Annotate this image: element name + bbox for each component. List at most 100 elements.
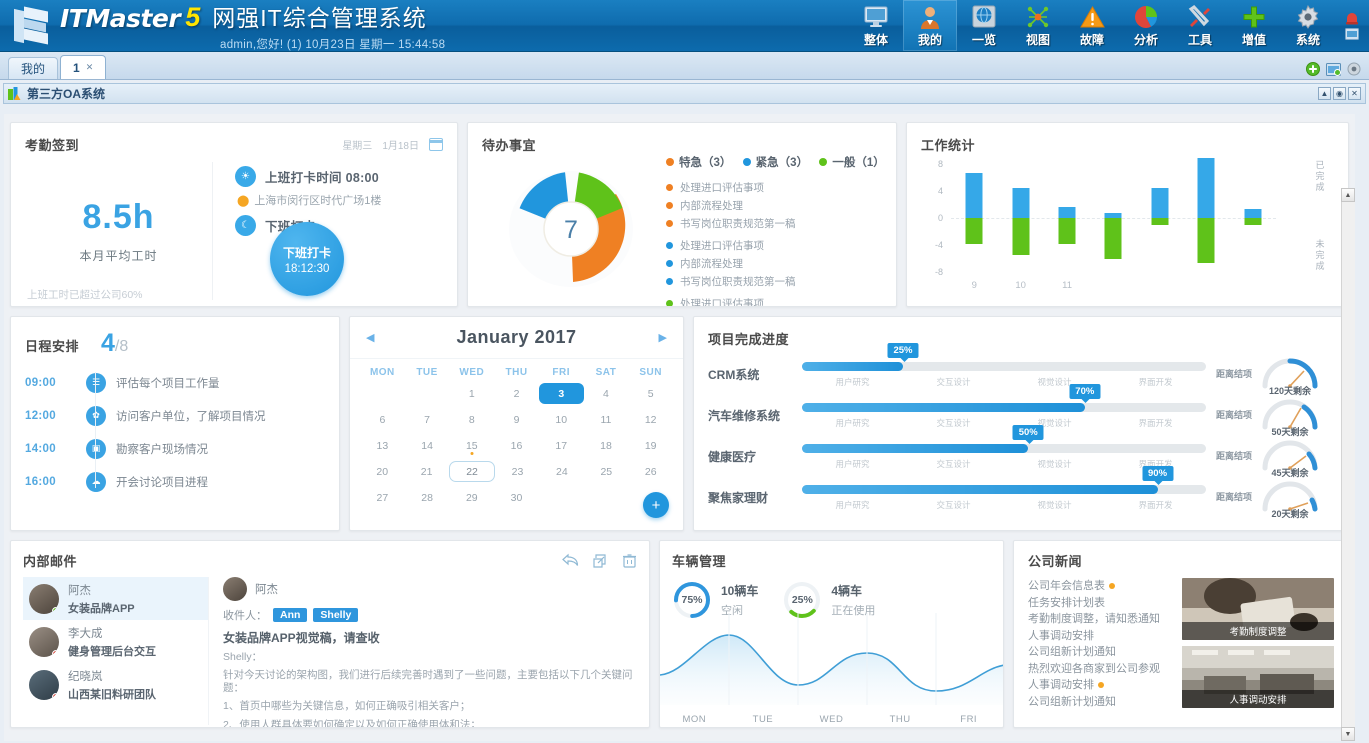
scroll-up-icon[interactable]: ▲ xyxy=(1341,188,1355,202)
calendar-day[interactable]: 25 xyxy=(584,461,628,482)
punch-out-button[interactable]: 下班打卡 18:12:30 xyxy=(270,222,344,296)
recipient-chip[interactable]: Ann xyxy=(273,608,308,622)
nav-item-fault[interactable]: 故障 xyxy=(1065,0,1119,51)
news-item[interactable]: 热烈欢迎各商家到公司参观 xyxy=(1028,661,1172,678)
tab-1[interactable]: 1 ✕ xyxy=(60,55,107,79)
mail-list-item[interactable]: 阿杰 女装品牌APP xyxy=(23,577,208,620)
recipient-chip[interactable]: Shelly xyxy=(313,608,359,622)
calendar-day[interactable]: 27 xyxy=(360,487,405,508)
todo-item[interactable]: 书写岗位职责规范第一稿 xyxy=(666,274,882,289)
calendar-day[interactable]: 1 xyxy=(449,383,494,404)
close-window-icon[interactable]: ✕ xyxy=(1348,87,1361,100)
calendar-day[interactable]: 18 xyxy=(584,435,629,456)
calendar-day[interactable]: 14 xyxy=(405,435,450,456)
calendar-day[interactable]: 5 xyxy=(628,383,673,404)
progress-track[interactable]: 90% xyxy=(802,465,1206,494)
progress-track[interactable]: 25% xyxy=(802,342,1206,371)
news-item[interactable]: 公司组新计划通知 xyxy=(1028,694,1172,711)
average-hours-value: 8.5h xyxy=(82,198,155,236)
mail-list-item[interactable]: 李大成 健身管理后台交互 xyxy=(23,620,208,663)
todo-item[interactable]: 处理进口评估事项 xyxy=(666,180,882,195)
mail-recipients: 收件人： Ann Shelly xyxy=(223,607,637,623)
todo-item[interactable]: 处理进口评估事项 xyxy=(666,238,882,253)
news-image-attendance[interactable]: 考勤制度调整 xyxy=(1182,578,1334,640)
maximize-icon[interactable]: ◉ xyxy=(1333,87,1346,100)
schedule-item[interactable]: 09:00 ☰ 评估每个项目工作量 xyxy=(25,366,325,399)
calendar-day-selected[interactable]: 3 xyxy=(538,383,584,404)
mail-list-item[interactable]: 纪晓岚 山西某旧料研团队 xyxy=(23,663,208,706)
nav-item-system[interactable]: 系统 xyxy=(1281,0,1335,51)
news-item[interactable]: 任务安排计划表 xyxy=(1028,595,1172,612)
calendar-day[interactable]: 12 xyxy=(628,409,673,430)
add-event-button[interactable]: + xyxy=(643,492,669,518)
calendar-day[interactable] xyxy=(539,487,584,508)
calendar-day[interactable]: 4 xyxy=(584,383,629,404)
calendar-day[interactable] xyxy=(584,487,629,508)
calendar-day-today[interactable]: 22 xyxy=(448,461,496,482)
add-tab-icon[interactable] xyxy=(1306,62,1320,76)
mail-body: 阿杰 女装品牌APP 李大成 健身管理后台交互 纪晓岚 山西某旧料研团队 阿杰 … xyxy=(23,577,637,727)
schedule-item[interactable]: 16:00 ☁ 开会讨论项目进程 xyxy=(25,465,325,498)
calendar-day[interactable]: 23 xyxy=(495,461,539,482)
nav-item-tools[interactable]: 工具 xyxy=(1173,0,1227,51)
scroll-down-icon[interactable]: ▼ xyxy=(1341,727,1355,741)
todo-item[interactable]: 内部流程处理 xyxy=(666,256,882,271)
reply-icon[interactable] xyxy=(562,553,579,567)
nav-item-glance[interactable]: 一览 xyxy=(957,0,1011,51)
recipients-label: 收件人： xyxy=(223,610,267,622)
calendar-day[interactable]: 21 xyxy=(404,461,448,482)
calendar-day[interactable]: 29 xyxy=(449,487,494,508)
next-month-icon[interactable]: ▶ xyxy=(659,331,667,344)
news-item[interactable]: 公司年会信息表 xyxy=(1028,578,1172,595)
calendar-day[interactable]: 11 xyxy=(584,409,629,430)
forward-icon[interactable] xyxy=(593,553,608,568)
todo-item[interactable]: 处理进口评估事项 xyxy=(666,296,882,306)
calendar-day[interactable]: 20 xyxy=(360,461,404,482)
calendar-day[interactable]: 17 xyxy=(539,435,584,456)
nav-item-mine[interactable]: 我的 xyxy=(903,0,957,51)
prev-month-icon[interactable]: ◀ xyxy=(366,331,374,344)
progress-track[interactable]: 50% xyxy=(802,424,1206,453)
new-window-icon[interactable] xyxy=(1326,62,1341,76)
calendar-day[interactable]: 8 xyxy=(449,409,494,430)
close-icon[interactable]: ✕ xyxy=(86,62,94,73)
calendar-day[interactable] xyxy=(360,383,405,404)
tab-mine[interactable]: 我的 xyxy=(8,57,59,79)
calendar-day[interactable]: 26 xyxy=(629,461,673,482)
calendar-day-marked[interactable]: 15 xyxy=(449,435,494,456)
calendar-day[interactable]: 2 xyxy=(494,383,539,404)
calendar-day[interactable]: 16 xyxy=(494,435,539,456)
vertical-scrollbar[interactable]: ▲ ▼ xyxy=(1341,188,1355,741)
calendar-day[interactable]: 19 xyxy=(628,435,673,456)
calendar-day[interactable]: 7 xyxy=(405,409,450,430)
settings-gear-icon[interactable] xyxy=(1347,62,1361,76)
todo-item[interactable]: 内部流程处理 xyxy=(666,198,882,213)
news-item[interactable]: 公司组新计划通知 xyxy=(1028,644,1172,661)
schedule-item[interactable]: 12:00 ✿ 访问客户单位，了解项目情况 xyxy=(25,399,325,432)
news-item[interactable]: 考勤制度调整，请知悉通知 xyxy=(1028,611,1172,628)
vehicle-management-card: 车辆管理 75% 10辆车 空闲 25% 4辆车 正在使用 MON TUE WE… xyxy=(659,540,1004,728)
calendar-icon[interactable] xyxy=(429,138,443,151)
progress-track[interactable]: 70% xyxy=(802,383,1206,412)
nav-item-value-add[interactable]: 增值 xyxy=(1227,0,1281,51)
calendar-day[interactable]: 6 xyxy=(360,409,405,430)
calendar-day[interactable]: 30 xyxy=(494,487,539,508)
news-item[interactable]: 人事调动安排 xyxy=(1028,677,1172,694)
priority-dot xyxy=(666,242,673,249)
calendar-day[interactable]: 24 xyxy=(540,461,584,482)
calendar-day[interactable]: 28 xyxy=(405,487,450,508)
calendar-day[interactable]: 9 xyxy=(494,409,539,430)
calendar-day[interactable] xyxy=(405,383,450,404)
header-alert-tray[interactable] xyxy=(1335,0,1369,51)
nav-item-view[interactable]: 视图 xyxy=(1011,0,1065,51)
calendar-day[interactable]: 10 xyxy=(539,409,584,430)
delete-icon[interactable] xyxy=(622,553,637,568)
news-image-hr[interactable]: 人事调动安排 xyxy=(1182,646,1334,708)
nav-item-overall[interactable]: 整体 xyxy=(849,0,903,51)
nav-item-analysis[interactable]: 分析 xyxy=(1119,0,1173,51)
calendar-day[interactable]: 13 xyxy=(360,435,405,456)
todo-item[interactable]: 书写岗位职责规范第一稿 xyxy=(666,216,882,231)
minimize-icon[interactable]: ▲ xyxy=(1318,87,1331,100)
schedule-item[interactable]: 14:00 ▣ 勘察客户现场情况 xyxy=(25,432,325,465)
news-item[interactable]: 人事调动安排 xyxy=(1028,628,1172,645)
